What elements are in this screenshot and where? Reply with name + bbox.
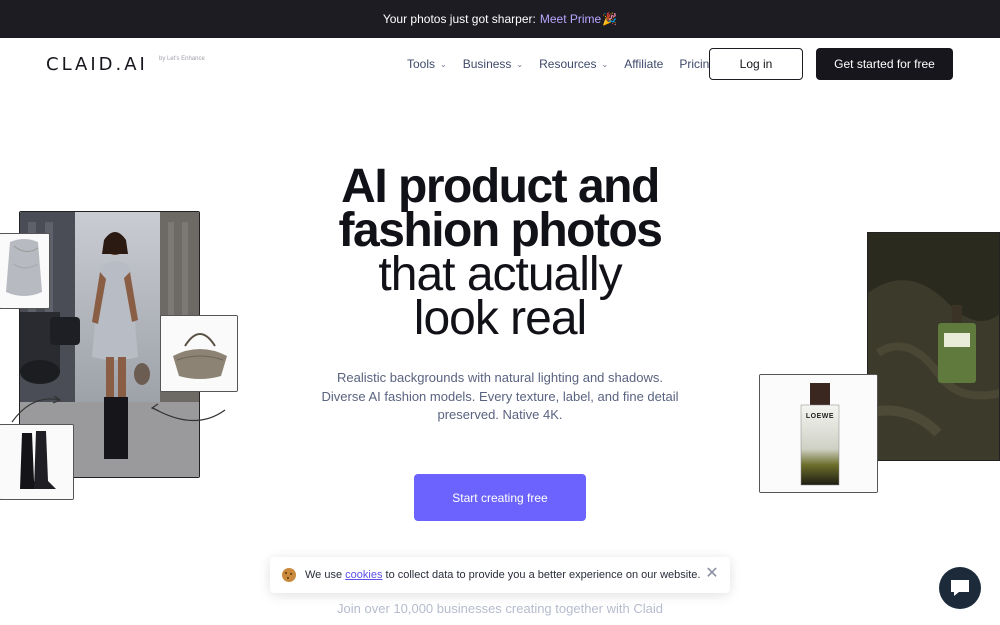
social-proof-text: Join over 10,000 businesses creating tog… [337, 601, 663, 616]
top-garment-thumbnail [0, 233, 50, 309]
menu-item-label: Resources [539, 57, 597, 71]
chevron-down-icon: ⌄ [601, 59, 609, 69]
announcement-bar: Your photos just got sharper: Meet Prime… [0, 0, 1000, 38]
perfume-bottle-image [760, 375, 877, 492]
get-started-button[interactable]: Get started for free [816, 48, 953, 80]
menu-item-tools[interactable]: Tools ⌄ [407, 57, 447, 71]
menu-item-resources[interactable]: Resources ⌄ [539, 57, 608, 71]
announcement-text: Your photos just got sharper: [382, 12, 536, 26]
close-icon[interactable]: ✕ [704, 566, 720, 582]
perfume-thumbnail: LOEWE [759, 374, 878, 493]
headline-line-4: look real [413, 292, 587, 345]
perfume-brand-label: LOEWE [805, 413, 835, 420]
cookie-icon [282, 568, 296, 582]
top-navigation: CLAID.AI by Let's Enhance Tools ⌄ Busines… [0, 38, 1000, 90]
cookies-link[interactable]: cookies [345, 569, 382, 581]
start-creating-button[interactable]: Start creating free [414, 474, 586, 521]
chevron-down-icon: ⌄ [516, 59, 524, 69]
hero-headline: AI product and fashion photos that actua… [300, 160, 700, 345]
headline-line-1: AI product and [341, 160, 660, 213]
menu-item-label: Tools [407, 57, 436, 71]
gray-top-image [0, 234, 49, 308]
perfume-tree-image [868, 233, 999, 460]
chevron-down-icon: ⌄ [440, 59, 447, 69]
chat-bubble-icon [951, 580, 969, 596]
login-button[interactable]: Log in [709, 48, 803, 80]
headline-line-3: that actually [378, 248, 622, 301]
cookie-text-pre: We use [305, 569, 343, 581]
meet-prime-link[interactable]: Meet Prime [540, 12, 601, 26]
menu-item-affiliate[interactable]: Affiliate [624, 57, 663, 71]
menu-item-label: Business [462, 57, 512, 71]
perfume-forest-photo [867, 232, 1000, 461]
cookie-message: We use cookies to collect data to provid… [305, 569, 700, 581]
curved-arrows-decoration [11, 395, 226, 423]
headline-line-2: fashion photos [338, 204, 663, 257]
party-popper-icon: 🎉 [602, 12, 618, 26]
chat-widget-button[interactable] [939, 567, 981, 609]
menu-item-label: Affiliate [624, 57, 664, 71]
claid-logo[interactable]: CLAID.AI [46, 54, 148, 75]
main-menu: Tools ⌄ Business ⌄ Resources ⌄ Affiliate Pr… [407, 57, 732, 71]
logo-subtitle: by Let's Enhance [159, 56, 205, 62]
menu-item-business[interactable]: Business ⌄ [463, 57, 523, 71]
cookie-text-post: to collect data to provide you a better … [385, 569, 701, 581]
hero-subtitle: Realistic backgrounds with natural light… [321, 370, 679, 422]
cookie-banner: We use cookies to collect data to provid… [270, 557, 730, 593]
